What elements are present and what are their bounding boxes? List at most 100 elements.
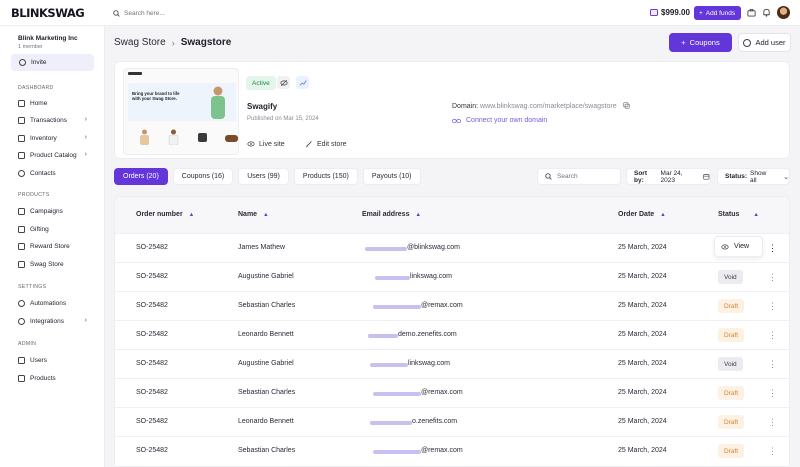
eye-off-icon <box>279 79 288 86</box>
sidebar-item-contacts[interactable]: Contacts <box>18 167 93 179</box>
gift-icon <box>18 225 25 233</box>
table-row[interactable]: SO-25482 Augustine Gabriel linkswag.com 25 … <box>115 262 789 291</box>
customer-name: Leonardo Bennett <box>238 331 294 338</box>
catalog-icon <box>18 151 25 159</box>
sort-arrow-icon[interactable]: ▲ <box>415 212 420 218</box>
redacted-email-bar <box>373 392 421 396</box>
sidebar-item-gifting[interactable]: Gifting <box>18 223 93 235</box>
tab-payouts[interactable]: Payouts (10) <box>362 168 421 185</box>
sort-arrow-icon[interactable]: ▲ <box>189 212 194 218</box>
order-number[interactable]: SO-25482 <box>136 447 168 454</box>
sort-arrow-icon[interactable]: ▲ <box>753 212 758 218</box>
sidebar-item-products[interactable]: Products <box>18 372 93 384</box>
orders-search-input[interactable] <box>557 173 612 180</box>
bell-icon[interactable] <box>762 8 771 17</box>
invite-button[interactable]: Invite <box>11 54 94 71</box>
redacted-email-bar <box>368 334 398 338</box>
column-order-number[interactable]: Order number ▲ <box>136 211 194 218</box>
domain-value[interactable]: www.blinkswag.com/marketplace/swagstore <box>480 103 617 110</box>
copy-icon[interactable] <box>622 102 630 109</box>
more-options-icon[interactable]: ⋮ <box>768 385 777 401</box>
brand-logo[interactable]: BLINKSWAG <box>11 6 85 20</box>
connect-domain-link[interactable]: Connect your own domain <box>452 117 547 124</box>
table-row[interactable]: SO-25482 Leonardo Bennett demo.zenefits.co… <box>115 320 789 349</box>
user-avatar[interactable] <box>777 6 790 19</box>
more-options-icon[interactable]: ⋮ <box>768 327 777 343</box>
view-order-button[interactable]: View <box>714 236 763 257</box>
column-email[interactable]: Email address ▲ <box>362 211 421 218</box>
status-badge: Draft <box>718 386 745 400</box>
email-address: demo.zenefits.com <box>398 331 457 338</box>
order-number[interactable]: SO-25482 <box>136 418 168 425</box>
more-options-icon[interactable]: ⋮ <box>768 356 777 372</box>
tab-users[interactable]: Users (99) <box>238 168 289 185</box>
sidebar-item-transactions[interactable]: Transactions › <box>18 114 93 126</box>
store-tabs: Orders (20) Coupons (16) Users (99) Prod… <box>114 168 421 185</box>
sidebar-item-integrations[interactable]: Integrations › <box>18 315 93 327</box>
global-search[interactable] <box>113 7 244 19</box>
column-status[interactable]: Status ▲ <box>718 211 759 218</box>
sidebar-item-swag-store[interactable]: Swag Store <box>18 258 93 270</box>
orders-search[interactable] <box>537 168 621 185</box>
domain-label: Domain: <box>452 103 479 110</box>
sidebar-item-label: Integrations <box>30 317 64 325</box>
table-row[interactable]: SO-25482 Leonardo Bennett o.zenefits.com 25… <box>115 407 789 436</box>
order-number[interactable]: SO-25482 <box>136 360 168 367</box>
add-funds-button[interactable]: + Add funds <box>694 6 742 20</box>
order-date: 25 March, 2024 <box>618 331 667 338</box>
tab-orders[interactable]: Orders (20) <box>114 168 168 185</box>
sidebar-item-home[interactable]: Home <box>18 97 93 109</box>
table-row[interactable]: SO-25482 James Mathew @blinkswag.com 25 Mar… <box>115 233 789 262</box>
briefcase-icon[interactable] <box>747 8 756 17</box>
more-options-icon[interactable]: ⋮ <box>768 269 777 285</box>
sidebar-item-campaigns[interactable]: Campaigns <box>18 205 93 217</box>
live-site-link[interactable]: Live site <box>247 140 285 148</box>
preview-product-image <box>198 133 207 142</box>
order-number[interactable]: SO-25482 <box>136 389 168 396</box>
column-order-date[interactable]: Order Date ▲ <box>618 211 666 218</box>
sidebar-item-label: Gifting <box>30 225 49 233</box>
sort-label: Sort by: <box>634 169 647 184</box>
analytics-button[interactable] <box>296 76 309 89</box>
sort-arrow-icon[interactable]: ▲ <box>263 212 268 218</box>
sidebar-item-automations[interactable]: Automations <box>18 297 93 309</box>
order-date: 25 March, 2024 <box>618 418 667 425</box>
hide-toggle-button[interactable] <box>277 76 290 89</box>
more-options-icon[interactable]: ⋮ <box>768 240 777 256</box>
table-row[interactable]: SO-25482 Augustine Gabriel linkswag.com 25 … <box>115 349 789 378</box>
column-name[interactable]: Name ▲ <box>238 211 269 218</box>
store-preview-thumbnail[interactable]: Bring your brand to life with your Swag … <box>123 68 239 155</box>
more-options-icon[interactable]: ⋮ <box>768 443 777 459</box>
sidebar-item-label: Reward Store <box>30 242 70 250</box>
email-address: @remax.com <box>421 447 463 454</box>
sidebar-item-reward-store[interactable]: Reward Store <box>18 240 93 252</box>
tab-coupons[interactable]: Coupons (16) <box>172 168 234 185</box>
sort-dropdown[interactable]: Sort by: Mar 24, 2023 <box>626 168 711 185</box>
more-options-icon[interactable]: ⋮ <box>768 298 777 314</box>
more-options-icon[interactable]: ⋮ <box>768 414 777 430</box>
section-admin: ADMIN <box>18 341 37 347</box>
coupons-button[interactable]: + Coupons <box>669 33 732 52</box>
sidebar-item-label: Users <box>30 356 47 364</box>
order-number[interactable]: SO-25482 <box>136 302 168 309</box>
table-row[interactable]: SO-25482 Sebastian Charles @remax.com 25 Ma… <box>115 291 789 320</box>
status-filter-dropdown[interactable]: Status: Show all ⌄ <box>717 168 790 185</box>
order-number[interactable]: SO-25482 <box>136 331 168 338</box>
table-row[interactable]: SO-25482 Sebastian Charles @remax.com 25 Ma… <box>115 378 789 407</box>
table-row[interactable]: SO-25482 Sebastian Charles @remax.com 25 Ma… <box>115 436 789 465</box>
wallet-balance[interactable]: $999.00 <box>650 8 690 17</box>
edit-store-link[interactable]: Edit store <box>305 140 347 148</box>
customer-name: James Mathew <box>238 244 286 251</box>
sidebar-item-inventory[interactable]: Inventory › <box>18 132 93 144</box>
tab-products[interactable]: Products (150) <box>293 168 358 185</box>
sidebar-item-product-catalog[interactable]: Product Catalog › <box>18 149 93 161</box>
order-number[interactable]: SO-25482 <box>136 273 168 280</box>
add-user-button[interactable]: Add user <box>738 33 791 52</box>
breadcrumb-parent[interactable]: Swag Store <box>114 37 166 48</box>
sidebar-item-users[interactable]: Users <box>18 354 93 366</box>
sort-arrow-icon[interactable]: ▲ <box>660 212 665 218</box>
sort-value: Mar 24, 2023 <box>660 169 683 184</box>
order-number[interactable]: SO-25482 <box>136 244 168 251</box>
global-search-input[interactable] <box>124 9 244 17</box>
view-label: View <box>734 243 750 250</box>
